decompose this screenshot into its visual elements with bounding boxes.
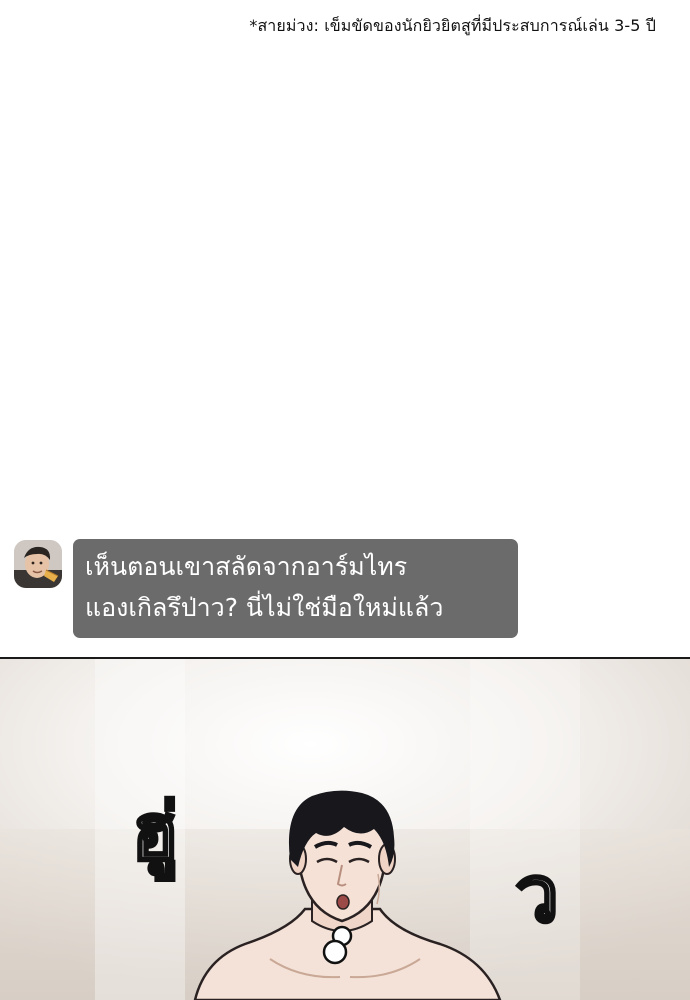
commenter-avatar[interactable] <box>14 540 62 588</box>
comment-line-2: แองเกิลรึป่าว? นี่ไม่ใช่มือใหม่แล้ว <box>85 593 444 622</box>
comment-line-1: เห็นตอนเขาสลัดจากอาร์มไทร <box>85 552 408 581</box>
comment-bubble: เห็นตอนเขาสลัดจากอาร์มไทร แองเกิลรึป่าว?… <box>73 539 518 638</box>
comic-panel-art: ฮู่ ว <box>0 659 690 1000</box>
sfx-left: ฮู่ <box>131 788 179 881</box>
sfx-right: ว <box>515 850 559 940</box>
avatar-portrait-image <box>14 540 62 588</box>
footnote: *สายม่วง: เข็มขัดของนักยิวยิตสูที่มีประส… <box>249 16 656 35</box>
comic-panel: ฮู่ ว <box>0 659 690 1000</box>
